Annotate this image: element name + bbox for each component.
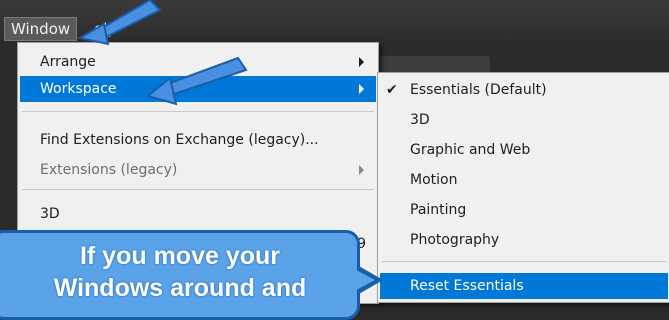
arrow-to-workspace-icon: [145, 56, 248, 106]
annotation-arrows: [77, 0, 248, 106]
arrow-to-window-menu-icon: [77, 0, 162, 46]
